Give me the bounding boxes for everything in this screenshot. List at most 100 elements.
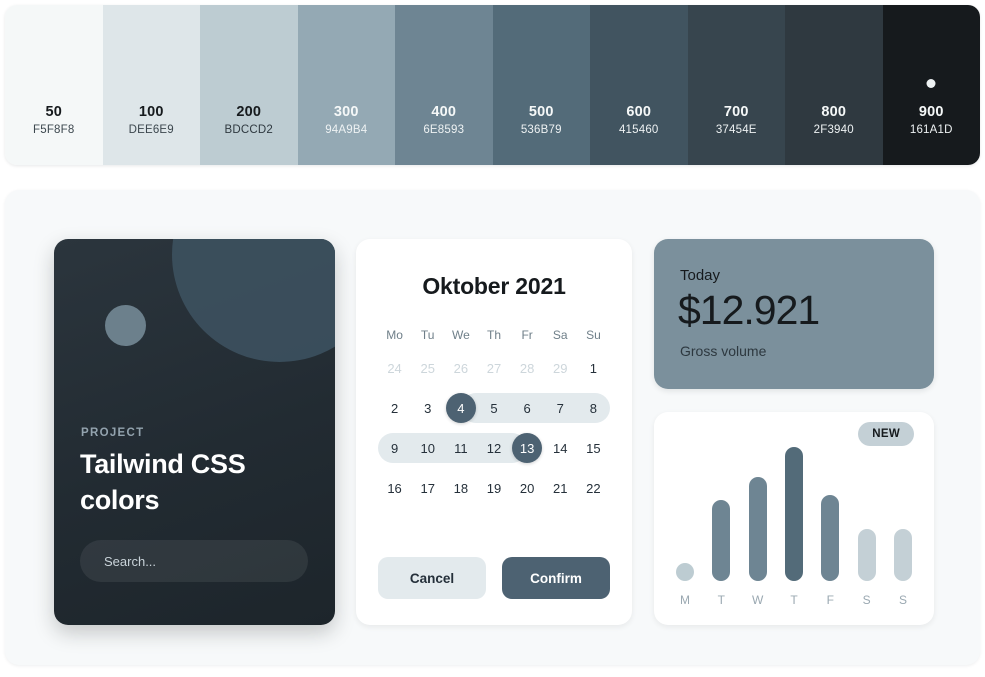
calendar-day-number: 4 xyxy=(445,393,476,423)
calendar-day[interactable]: 2 xyxy=(378,388,411,428)
calendar-day[interactable]: 27 xyxy=(477,348,510,388)
calendar-day-number: 9 xyxy=(390,440,399,456)
calendar-day[interactable]: 17 xyxy=(411,468,444,508)
calendar-day-selected[interactable]: 13 xyxy=(510,428,544,468)
chart-axis-label: S xyxy=(898,593,907,607)
color-swatch-500[interactable]: 500 536B79 xyxy=(492,5,590,165)
chart-bar[interactable] xyxy=(857,529,876,581)
calendar-day[interactable]: 20 xyxy=(511,468,544,508)
calendar-day[interactable]: 11 xyxy=(444,428,478,468)
calendar-day[interactable]: 19 xyxy=(477,468,510,508)
calendar-day-number: 16 xyxy=(387,480,402,496)
chart-bar[interactable] xyxy=(821,495,840,581)
calendar-day[interactable]: 24 xyxy=(378,348,411,388)
calendar-actions: Cancel Confirm xyxy=(378,557,610,599)
screen: 50 F5F8F8 100 DEE6E9 200 BDCCD2 300 94A9B4 400 6E… xyxy=(0,0,985,677)
calendar-day-number: 6 xyxy=(523,400,531,416)
swatch-hex: 161A1D xyxy=(909,124,953,137)
swatch-hex: DEE6E9 xyxy=(128,124,174,137)
color-swatch-600[interactable]: 600 415460 xyxy=(590,5,688,165)
swatch-name: 500 xyxy=(528,103,554,120)
calendar-day[interactable]: 15 xyxy=(577,428,610,468)
chart-bar[interactable] xyxy=(893,529,912,581)
bar-column xyxy=(857,529,876,581)
chart-axis-label: S xyxy=(862,593,871,607)
color-swatch-200[interactable]: 200 BDCCD2 xyxy=(200,5,298,165)
calendar-day-number: 15 xyxy=(586,440,601,456)
chart-bar[interactable] xyxy=(676,563,694,581)
calendar-day-number: 12 xyxy=(486,440,502,456)
color-swatch-800[interactable]: 800 2F3940 xyxy=(785,5,883,165)
calendar-day[interactable]: 29 xyxy=(544,348,577,388)
calendar-day[interactable]: 7 xyxy=(543,388,577,428)
calendar-day[interactable]: 8 xyxy=(576,388,610,428)
chart-bar[interactable] xyxy=(748,476,767,581)
swatch-name: 100 xyxy=(138,103,164,120)
calendar-day[interactable]: 3 xyxy=(411,388,444,428)
project-card[interactable]: PROJECT Tailwind CSS colors Search... xyxy=(54,239,335,625)
swatch-name: 800 xyxy=(821,103,847,120)
swatch-hex: 37454E xyxy=(715,124,757,137)
swatch-hex: 6E8593 xyxy=(423,124,465,137)
color-swatch-100[interactable]: 100 DEE6E9 xyxy=(102,5,200,165)
calendar-month-title: Oktober 2021 xyxy=(422,273,566,299)
chart-axis-label: T xyxy=(717,593,725,607)
calendar-day[interactable]: 16 xyxy=(378,468,411,508)
calendar-day[interactable]: 26 xyxy=(444,348,477,388)
swatch-hex: 94A9B4 xyxy=(325,124,368,137)
color-swatch-300[interactable]: 300 94A9B4 xyxy=(297,5,395,165)
chart-axis-label: M xyxy=(680,593,690,607)
calendar-day[interactable]: 9 xyxy=(378,428,412,468)
calendar-day[interactable]: 1 xyxy=(577,348,610,388)
calendar-day-number: 2 xyxy=(390,400,399,416)
calendar-day[interactable]: 25 xyxy=(411,348,444,388)
stats-sublabel: Gross volume xyxy=(680,343,767,359)
calendar-day-number: 28 xyxy=(519,360,535,376)
calendar-day-selected[interactable]: 4 xyxy=(444,388,478,428)
chart-bar[interactable] xyxy=(784,446,803,581)
confirm-button[interactable]: Confirm xyxy=(502,557,610,599)
bar-column xyxy=(712,499,731,581)
chart-card: NEW MTWTFSS xyxy=(654,412,934,625)
stats-period-label: Today xyxy=(680,267,721,284)
swatch-name: 300 xyxy=(333,103,359,120)
calendar-day-number: 1 xyxy=(589,360,598,376)
showcase-panel: PROJECT Tailwind CSS colors Search... Ok… xyxy=(5,190,980,665)
project-eyebrow-label: PROJECT xyxy=(81,427,145,439)
calendar-day[interactable]: 6 xyxy=(510,388,544,428)
calendar-day-number: 3 xyxy=(424,400,432,416)
bar-column xyxy=(748,476,767,581)
calendar-weekday-header: Mo xyxy=(386,328,403,342)
calendar-day[interactable]: 28 xyxy=(511,348,544,388)
bar-column xyxy=(784,446,803,581)
calendar-weekday-header: Sa xyxy=(552,328,568,342)
calendar-day[interactable]: 14 xyxy=(544,428,577,468)
calendar-card: Oktober 2021 Mo Tu We Th Fr Sa Su 24 25 26 27 28 29 1… xyxy=(356,239,632,625)
color-swatch-900[interactable]: 900 161A1D xyxy=(882,5,980,165)
chart-axis-label: W xyxy=(751,593,764,607)
calendar-day-number: 10 xyxy=(420,440,435,456)
calendar-day[interactable]: 22 xyxy=(577,468,610,508)
color-swatch-50[interactable]: 50 F5F8F8 xyxy=(5,5,103,165)
calendar-day[interactable]: 18 xyxy=(444,468,477,508)
calendar-day-number: 5 xyxy=(490,400,498,416)
chart-bar[interactable] xyxy=(712,499,731,581)
calendar-day[interactable]: 21 xyxy=(544,468,577,508)
calendar-weekday-header: We xyxy=(451,328,470,342)
bar-chart-plot xyxy=(676,438,912,581)
stats-value: $12.921 xyxy=(678,287,820,333)
calendar-day[interactable]: 12 xyxy=(477,428,511,468)
swatch-name: 900 xyxy=(918,103,944,120)
color-swatch-400[interactable]: 400 6E8593 xyxy=(395,5,493,165)
calendar-day[interactable]: 10 xyxy=(411,428,445,468)
search-placeholder: Search... xyxy=(104,553,157,569)
search-input[interactable]: Search... xyxy=(80,540,308,582)
calendar-weekday-header: Su xyxy=(586,328,601,342)
swatch-hex: 2F3940 xyxy=(813,124,854,137)
calendar-day[interactable]: 5 xyxy=(477,388,511,428)
color-swatch-700[interactable]: 700 37454E xyxy=(687,5,785,165)
decorative-circle-small xyxy=(105,305,146,346)
swatch-hex: 415460 xyxy=(618,124,659,137)
cancel-button[interactable]: Cancel xyxy=(378,557,486,599)
color-palette-strip: 50 F5F8F8 100 DEE6E9 200 BDCCD2 300 94A9B4 400 6E… xyxy=(5,5,980,165)
